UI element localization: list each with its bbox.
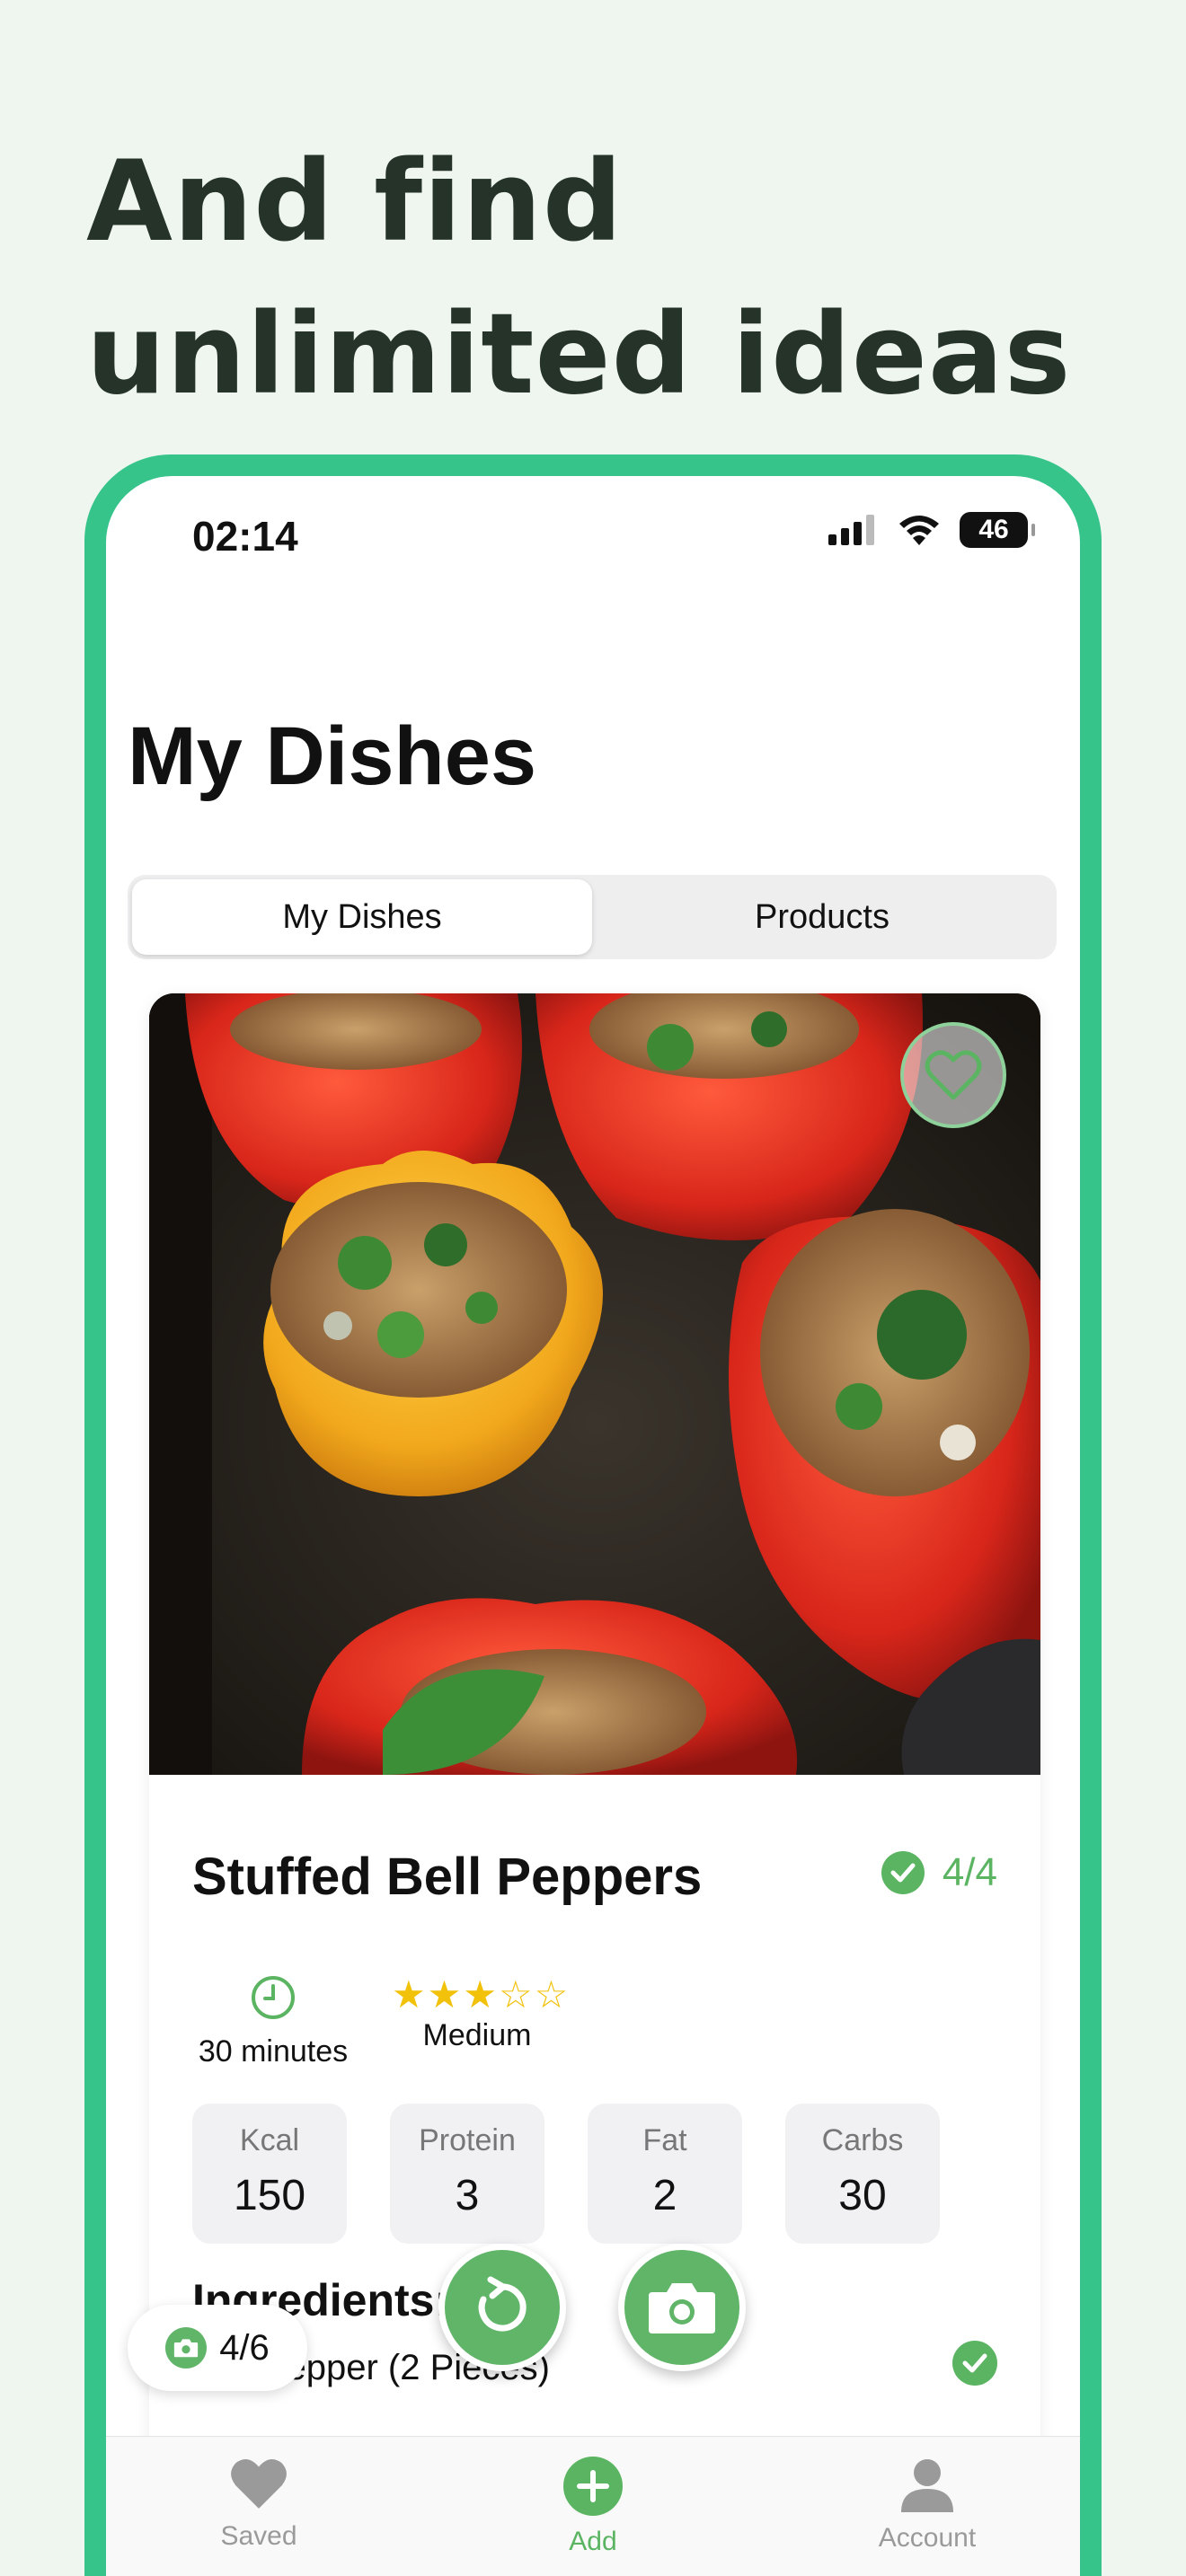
macro-fat: Fat 2 <box>588 2104 742 2244</box>
tab-add[interactable]: Add <box>494 2437 692 2576</box>
progress-text: 4/4 <box>942 1850 997 1894</box>
dish-photo <box>149 993 1040 1775</box>
check-circle-icon <box>881 1851 925 1894</box>
tab-label: Saved <box>220 2521 297 2551</box>
headline: And find unlimited ideas <box>86 126 1071 431</box>
segment-products[interactable]: Products <box>592 879 1052 955</box>
cook-time: 30 minutes <box>192 1974 354 2069</box>
heart-icon <box>231 2459 287 2509</box>
battery-icon: 46 <box>960 512 1035 548</box>
macro-value: 2 <box>652 2172 677 2219</box>
difficulty-text: Medium <box>422 2018 532 2052</box>
star-rating: ★★★☆☆ <box>392 1972 568 2016</box>
signal-icon <box>828 515 874 545</box>
camera-icon <box>649 2283 715 2333</box>
macro-label: Fat <box>642 2123 687 2157</box>
heart-outline-icon <box>925 1050 982 1100</box>
macro-kcal: Kcal 150 <box>192 2104 347 2244</box>
star-empty-icon: ☆ <box>498 1973 535 2016</box>
ingredient-check-icon[interactable] <box>952 2341 997 2386</box>
tab-saved[interactable]: Saved <box>160 2437 358 2576</box>
star-filled-icon: ★ <box>427 1973 464 2016</box>
favorite-button[interactable] <box>900 1022 1006 1128</box>
macro-value: 3 <box>455 2172 480 2219</box>
phone-frame: 02:14 46 My Dishes My Dishes Products St… <box>84 454 1102 2576</box>
status-icons: 46 <box>828 512 1035 548</box>
difficulty-rating: ★★★☆☆ Medium <box>392 1972 568 2053</box>
star-empty-icon: ☆ <box>534 1973 571 2016</box>
page-title: My Dishes <box>128 710 537 802</box>
cook-time-text: 30 minutes <box>198 2034 349 2069</box>
tab-account[interactable]: Account <box>828 2437 1026 2576</box>
tab-label: Add <box>569 2527 617 2556</box>
segmented-control: My Dishes Products <box>128 875 1057 959</box>
macro-value: 30 <box>838 2172 887 2219</box>
segment-my-dishes[interactable]: My Dishes <box>132 879 592 955</box>
wifi-icon <box>899 516 939 545</box>
photo-counter[interactable]: 4/6 <box>128 2305 307 2391</box>
star-filled-icon: ★ <box>392 1973 428 2016</box>
macro-carbs: Carbs 30 <box>785 2104 940 2244</box>
photo-counter-text: 4/6 <box>219 2327 270 2368</box>
macro-label: Kcal <box>239 2123 300 2157</box>
dish-name: Stuffed Bell Peppers <box>192 1848 703 1906</box>
person-icon <box>901 2459 953 2512</box>
camera-small-icon <box>165 2327 208 2369</box>
stuffed-peppers-illustration <box>149 993 1040 1775</box>
headline-line-2: unlimited ideas <box>86 290 1072 419</box>
tab-bar: Saved Add Account <box>106 2436 1080 2576</box>
refresh-button[interactable] <box>438 2244 566 2371</box>
status-time: 02:14 <box>192 513 298 560</box>
phone-screen: 02:14 46 My Dishes My Dishes Products St… <box>106 476 1080 2576</box>
macro-value: 150 <box>233 2172 306 2219</box>
refresh-icon <box>478 2276 527 2332</box>
macro-protein: Protein 3 <box>390 2104 544 2244</box>
macros-row: Kcal 150 Protein 3 Fat 2 Carbs 30 <box>192 2104 940 2244</box>
headline-line-1: And find <box>86 137 624 267</box>
clock-icon <box>252 1976 295 2019</box>
tab-label: Account <box>878 2523 977 2553</box>
plus-circle-icon <box>563 2457 623 2516</box>
camera-button[interactable] <box>618 2244 746 2371</box>
macro-label: Carbs <box>821 2123 904 2157</box>
star-filled-icon: ★ <box>463 1973 499 2016</box>
ingredient-progress: 4/4 <box>881 1850 997 1895</box>
macro-label: Protein <box>419 2123 516 2157</box>
